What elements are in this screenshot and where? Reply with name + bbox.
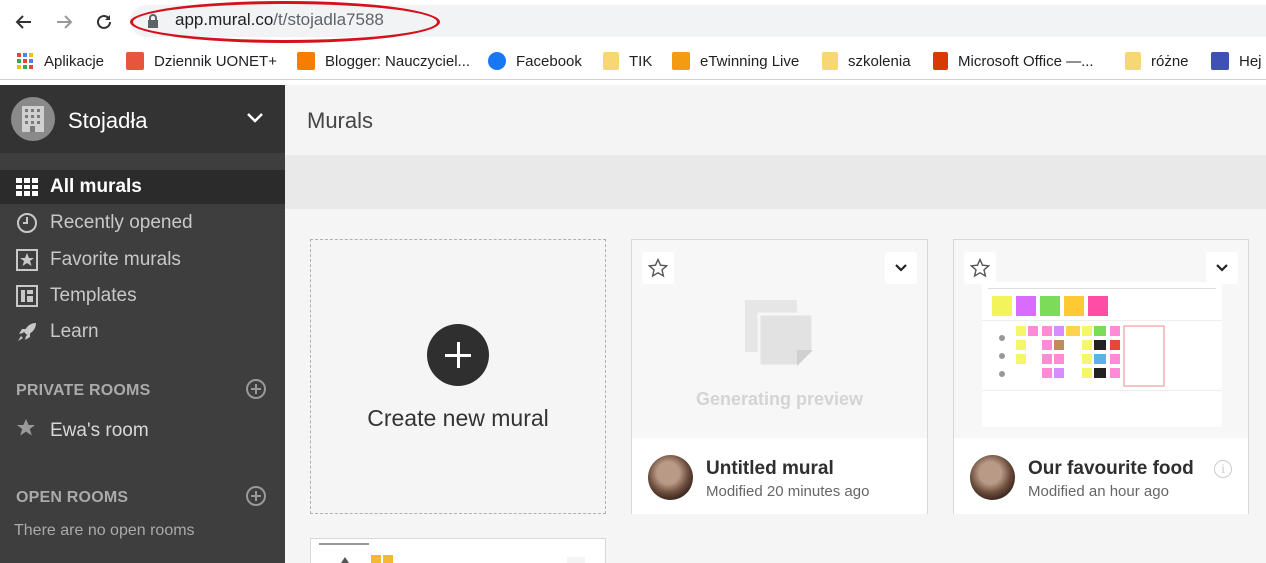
mural-thumbnail xyxy=(982,282,1222,427)
bookmark-uonet[interactable]: Dziennik UONET+ xyxy=(126,52,277,70)
folder-icon xyxy=(822,52,838,70)
bookmark-office[interactable]: Microsoft Office —... xyxy=(933,52,1094,70)
url-highlight-annotation xyxy=(130,1,440,43)
favorite-star-icon[interactable] xyxy=(964,252,996,284)
main-header: Murals xyxy=(285,85,1266,155)
open-rooms-title: OPEN ROOMS xyxy=(16,489,129,506)
main-content: Murals Create new mural Generating previ… xyxy=(285,85,1266,563)
avatar xyxy=(970,455,1015,500)
add-private-room-icon[interactable] xyxy=(246,379,266,399)
nav-templates[interactable]: Templates xyxy=(0,279,285,313)
workspace-name: Stojadła xyxy=(68,108,148,133)
avatar xyxy=(648,455,693,500)
mural-preview: Generating preview xyxy=(632,240,927,438)
create-mural-card[interactable]: Create new mural xyxy=(310,239,606,514)
bookmark-blogger[interactable]: Blogger: Nauczyciel... xyxy=(297,52,470,70)
bookmark-szkolenia[interactable]: szkolenia xyxy=(822,52,911,70)
card-menu-chevron-icon[interactable] xyxy=(885,252,917,284)
bookmarks-bar: Aplikacje Dziennik UONET+ Blogger: Naucz… xyxy=(0,44,1266,80)
card-menu-chevron-icon[interactable] xyxy=(1206,252,1238,284)
sidebar: Stojadła All murals Recently opened Favo… xyxy=(0,85,285,563)
mural-preview xyxy=(954,240,1248,438)
templates-icon xyxy=(16,285,38,307)
etwinning-icon xyxy=(672,52,690,70)
bookmark-hej[interactable]: Hej xyxy=(1211,52,1262,70)
building-icon xyxy=(11,97,55,141)
private-rooms-title: PRIVATE ROOMS xyxy=(16,382,151,399)
forward-icon[interactable] xyxy=(50,8,78,36)
clock-icon xyxy=(16,212,38,234)
page-title: Murals xyxy=(307,108,374,133)
rocket-icon xyxy=(16,321,38,343)
bookmark-etwinning[interactable]: eTwinning Live xyxy=(672,52,799,70)
mural-modified: Modified 20 minutes ago xyxy=(706,483,870,500)
nav-learn[interactable]: Learn xyxy=(0,315,285,349)
workspace-switcher[interactable]: Stojadła xyxy=(0,85,285,153)
generating-preview-text: Generating preview xyxy=(695,389,864,409)
folder-icon xyxy=(1125,52,1141,70)
bookmark-facebook[interactable]: Facebook xyxy=(488,52,582,70)
add-open-room-icon[interactable] xyxy=(246,486,266,506)
open-rooms-empty-text: There are no open rooms xyxy=(14,522,195,539)
favorite-star-icon[interactable] xyxy=(642,252,674,284)
blogger-icon xyxy=(297,52,315,70)
bookmark-apps[interactable]: Aplikacje xyxy=(16,52,104,70)
mural-card-partial[interactable] xyxy=(310,538,606,563)
office-icon xyxy=(933,52,948,70)
browser-toolbar: app.mural.co/t/stojadla7588 xyxy=(0,0,1266,44)
mural-modified: Modified an hour ago xyxy=(1028,483,1169,500)
generating-preview-icon xyxy=(745,300,815,368)
star-box-icon xyxy=(16,249,38,271)
nav-recently-opened[interactable]: Recently opened xyxy=(0,206,285,240)
nav-favorite-murals[interactable]: Favorite murals xyxy=(0,243,285,277)
mural-card-untitled[interactable]: Generating preview Untitled mural Modifi… xyxy=(631,239,928,514)
room-item-ewas-room[interactable]: Ewa's room xyxy=(16,418,149,443)
uonet-icon xyxy=(126,52,144,70)
forms-icon xyxy=(1211,52,1229,70)
chevron-down-icon[interactable] xyxy=(246,111,264,130)
bookmark-tik[interactable]: TIK xyxy=(603,52,652,70)
bookmark-rozne[interactable]: różne xyxy=(1125,52,1189,70)
back-icon[interactable] xyxy=(10,8,38,36)
mural-title[interactable]: Untitled mural xyxy=(706,458,834,480)
plus-icon[interactable] xyxy=(427,324,489,386)
star-icon xyxy=(16,418,36,443)
mural-card-our-favourite-food[interactable]: Our favourite food Modified an hour ago … xyxy=(953,239,1249,514)
info-icon[interactable]: i xyxy=(1214,460,1232,478)
facebook-icon xyxy=(488,52,506,70)
nav-all-murals[interactable]: All murals xyxy=(0,170,285,204)
folder-icon xyxy=(603,52,619,70)
apps-grid-icon xyxy=(16,52,34,70)
mural-card-footer: Our favourite food Modified an hour ago … xyxy=(954,438,1248,514)
mural-thumbnail-image xyxy=(982,282,1222,427)
reload-icon[interactable] xyxy=(90,8,118,36)
mural-card-footer: Untitled mural Modified 20 minutes ago xyxy=(632,438,927,514)
filter-bar xyxy=(285,155,1266,209)
mural-thumbnail-image xyxy=(311,539,585,563)
create-mural-label: Create new mural xyxy=(367,405,549,431)
grid-icon xyxy=(16,176,38,198)
mural-title[interactable]: Our favourite food xyxy=(1028,458,1194,480)
